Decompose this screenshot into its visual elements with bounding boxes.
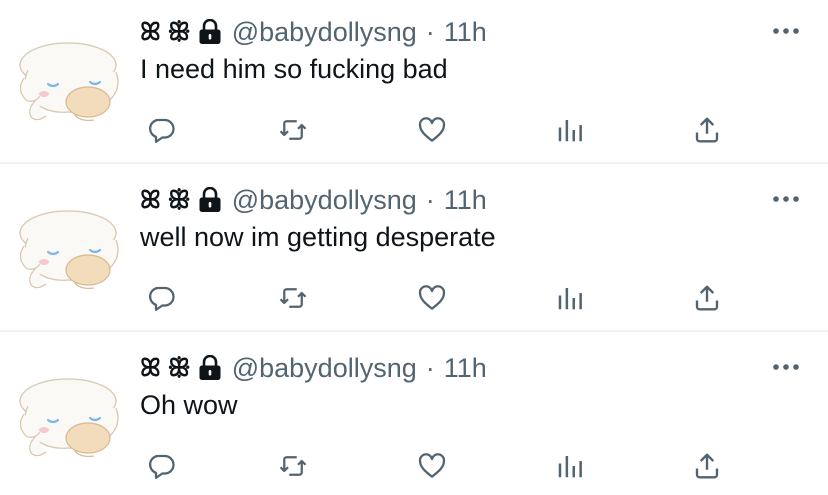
reply-icon xyxy=(149,454,175,479)
reply-button[interactable] xyxy=(143,112,179,148)
display-name[interactable]: ꕤ ꕥ xyxy=(140,17,222,47)
like-icon xyxy=(418,117,446,142)
display-name[interactable]: ꕤ ꕥ xyxy=(140,353,222,383)
reply-icon xyxy=(149,118,175,143)
retweet-button[interactable] xyxy=(275,112,311,148)
retweet-icon xyxy=(279,120,307,140)
like-icon xyxy=(418,285,446,310)
retweet-button[interactable] xyxy=(275,280,311,316)
more-horizontal-icon[interactable] xyxy=(770,22,802,40)
lock-icon xyxy=(199,19,221,44)
tweet-header: ꕤ ꕥ @babydollysng · 11h xyxy=(140,182,487,218)
analytics-button[interactable] xyxy=(552,448,588,484)
analytics-icon xyxy=(558,120,582,142)
share-icon xyxy=(695,453,719,479)
tweet-text: I need him so fucking bad xyxy=(140,54,448,84)
tweet-actions xyxy=(0,112,828,148)
header-separator: · xyxy=(425,352,435,383)
lock-icon xyxy=(199,355,221,380)
share-button[interactable] xyxy=(689,112,725,148)
tweet-text: Oh wow xyxy=(140,390,238,420)
tweet-divider xyxy=(0,162,828,164)
more-horizontal-icon[interactable] xyxy=(770,190,802,208)
name-glyphs: ꕤ ꕥ xyxy=(140,353,191,382)
reply-icon xyxy=(149,286,175,311)
like-icon xyxy=(418,453,446,478)
reply-button[interactable] xyxy=(143,280,179,316)
more-horizontal-icon[interactable] xyxy=(770,358,802,376)
name-glyphs: ꕤ ꕥ xyxy=(140,185,191,214)
name-glyphs: ꕤ ꕥ xyxy=(140,17,191,46)
tweet-text: well now im getting desperate xyxy=(140,222,496,252)
tweet-timestamp[interactable]: 11h xyxy=(444,17,487,48)
tweet-divider xyxy=(0,330,828,332)
share-button[interactable] xyxy=(689,280,725,316)
user-handle[interactable]: @babydollysng xyxy=(232,353,417,384)
like-button[interactable] xyxy=(414,112,450,148)
like-button[interactable] xyxy=(414,280,450,316)
user-handle[interactable]: @babydollysng xyxy=(232,185,417,216)
display-name[interactable]: ꕤ ꕥ xyxy=(140,185,222,215)
tweet-actions xyxy=(0,448,828,484)
header-separator: · xyxy=(425,16,435,47)
lock-icon xyxy=(199,187,221,212)
retweet-icon xyxy=(279,288,307,308)
tweet-timestamp[interactable]: 11h xyxy=(444,353,487,384)
tweet-timestamp[interactable]: 11h xyxy=(444,185,487,216)
share-icon xyxy=(695,285,719,311)
tweet-header: ꕤ ꕥ @babydollysng · 11h xyxy=(140,14,487,50)
user-handle[interactable]: @babydollysng xyxy=(232,17,417,48)
analytics-button[interactable] xyxy=(552,280,588,316)
analytics-icon xyxy=(558,288,582,310)
share-icon xyxy=(695,117,719,143)
analytics-button[interactable] xyxy=(552,112,588,148)
tweet-header: ꕤ ꕥ @babydollysng · 11h xyxy=(140,350,487,386)
analytics-icon xyxy=(558,456,582,478)
retweet-button[interactable] xyxy=(275,448,311,484)
header-separator: · xyxy=(425,184,435,215)
tweet-feed: ꕤ ꕥ @babydollysng · 11h I need him so fu… xyxy=(0,0,828,495)
tweet-actions xyxy=(0,280,828,316)
reply-button[interactable] xyxy=(143,448,179,484)
like-button[interactable] xyxy=(414,448,450,484)
share-button[interactable] xyxy=(689,448,725,484)
retweet-icon xyxy=(279,456,307,476)
